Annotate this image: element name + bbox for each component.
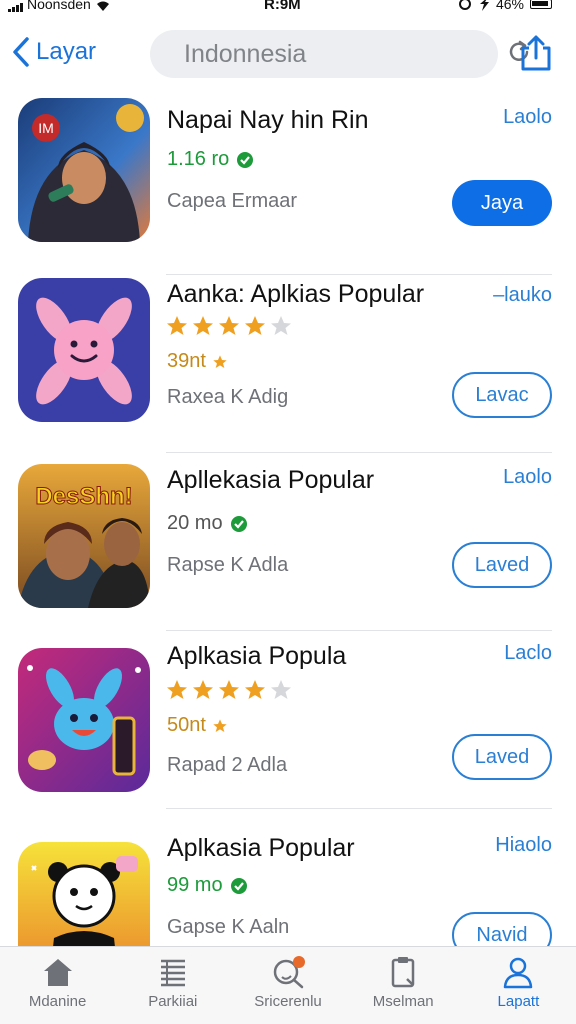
app-icon-badge-text: IM — [38, 120, 54, 136]
app-row[interactable]: Aplkasia Popular 99 mo Gapse K Aaln Hiao… — [0, 808, 576, 946]
person-icon — [504, 957, 533, 989]
tab-search[interactable]: Sricerenlu — [230, 947, 345, 1024]
tab-label: Lapatt — [497, 993, 540, 1010]
nav-bar: Layar — [0, 26, 576, 86]
app-corner-label[interactable]: Laclo — [504, 642, 552, 665]
tab-label: Sricerenlu — [254, 993, 322, 1010]
install-button[interactable]: Laved — [452, 542, 552, 588]
app-icon-two-men[interactable]: DesShn! — [18, 464, 150, 608]
app-corner-label[interactable]: Laolo — [503, 466, 552, 489]
search-input[interactable] — [170, 39, 506, 69]
star-icon — [167, 316, 187, 335]
share-button[interactable] — [518, 34, 554, 77]
app-meta: 39nt — [167, 350, 228, 373]
battery-icon — [530, 0, 552, 9]
status-left: Noonsden — [8, 0, 111, 12]
tab-list[interactable]: Parkiiai — [115, 947, 230, 1024]
location-icon — [479, 0, 489, 11]
star-rating — [165, 314, 293, 338]
app-icon-text: DesShn! — [35, 483, 132, 510]
star-icon — [167, 680, 187, 699]
status-bar: Noonsden R:9M 46% — [0, 0, 576, 14]
star-icon — [271, 680, 291, 699]
app-list: IM Napai Nay hin Rin 1.16 ro Capea Ermaa… — [0, 96, 576, 946]
status-right: 46% — [458, 0, 552, 12]
app-size: 1.16 ro — [167, 148, 230, 170]
app-title: Apllekasia Popular — [167, 466, 375, 494]
app-subtitle: Raxea K Adig — [167, 386, 289, 408]
tab-label: Mselman — [372, 993, 434, 1010]
verified-icon — [230, 515, 247, 532]
app-corner-label[interactable]: Hiaolo — [495, 834, 552, 857]
star-rating — [165, 678, 293, 702]
app-meta: 1.16 ro — [167, 148, 255, 171]
app-title: Aanka: Aplkias Popular — [167, 280, 425, 308]
star-icon — [219, 316, 239, 335]
tab-label: Parkiiai — [148, 993, 198, 1010]
get-button[interactable]: Jaya — [452, 180, 552, 226]
app-size: 20 mo — [167, 512, 223, 534]
app-row[interactable]: Aplkasia Popula 50nt Rapad 2 Adla Laclo … — [0, 630, 576, 808]
app-size: 50nt — [167, 714, 206, 736]
app-icon-pink-creature[interactable] — [18, 278, 150, 422]
install-button[interactable]: Lavac — [452, 372, 552, 418]
star-icon — [219, 680, 239, 699]
app-subtitle: Gapse K Aaln — [167, 916, 290, 938]
tab-label: Mdanine — [28, 993, 87, 1010]
app-row[interactable]: Aanka: Aplkias Popular 39nt Raxea K Adig… — [0, 274, 576, 452]
app-title: Aplkasia Popular — [167, 834, 355, 862]
install-button[interactable]: Navid — [452, 912, 552, 946]
tab-home[interactable]: Mdanine — [0, 947, 115, 1024]
search-bar[interactable] — [150, 30, 529, 78]
star-icon — [271, 316, 291, 335]
tab-bar: Mdanine Parkiiai Sricerenlu Mselman Lapa… — [0, 946, 576, 1024]
tab-clipboard[interactable]: Mselman — [346, 947, 461, 1024]
back-label: Layar — [36, 38, 97, 65]
app-subtitle: Rapse K Adla — [167, 554, 289, 576]
status-time: R:9M — [264, 0, 301, 13]
app-icon-hijab-girl[interactable]: IM — [18, 98, 150, 242]
search-icon — [273, 956, 305, 989]
home-icon — [43, 959, 72, 986]
star-icon — [245, 316, 265, 335]
chevron-left-icon — [13, 37, 29, 67]
app-corner-label[interactable]: –lauko — [493, 284, 552, 307]
verified-icon — [230, 877, 247, 894]
star-icon — [213, 354, 227, 368]
app-icon-blue-creature[interactable] — [18, 648, 150, 792]
app-meta: 20 mo — [167, 512, 249, 535]
star-icon — [213, 718, 227, 732]
battery-percent: 46% — [495, 0, 524, 12]
star-icon — [193, 680, 213, 699]
app-title: Aplkasia Popula — [167, 642, 347, 670]
verified-icon — [237, 151, 254, 168]
app-row[interactable]: IM Napai Nay hin Rin 1.16 ro Capea Ermaa… — [0, 96, 576, 274]
app-size: 39nt — [167, 350, 206, 372]
notification-badge — [293, 956, 305, 968]
app-row[interactable]: DesShn! Apllekasia Popular 20 mo Rapse K… — [0, 452, 576, 630]
signal-icon — [8, 2, 23, 12]
app-meta: 50nt — [167, 714, 228, 737]
app-subtitle: Rapad 2 Adla — [167, 754, 288, 776]
star-icon — [245, 680, 265, 699]
app-subtitle: Capea Ermaar — [167, 190, 298, 212]
app-title: Napai Nay hin Rin — [167, 106, 369, 134]
tab-profile[interactable]: Lapatt — [461, 947, 576, 1024]
back-button[interactable]: Layar — [10, 36, 96, 68]
app-size: 99 mo — [167, 874, 223, 896]
carrier-name: Noonsden — [27, 0, 91, 12]
app-meta: 99 mo — [167, 874, 249, 897]
clipboard-icon — [391, 957, 415, 988]
app-corner-label[interactable]: Laolo — [503, 106, 552, 129]
alarm-icon — [458, 0, 471, 10]
star-icon — [193, 316, 213, 335]
share-icon — [521, 35, 551, 71]
app-icon-panda[interactable] — [18, 842, 150, 946]
wifi-icon — [96, 1, 109, 11]
install-button[interactable]: Laved — [452, 734, 552, 780]
list-icon — [160, 959, 185, 987]
